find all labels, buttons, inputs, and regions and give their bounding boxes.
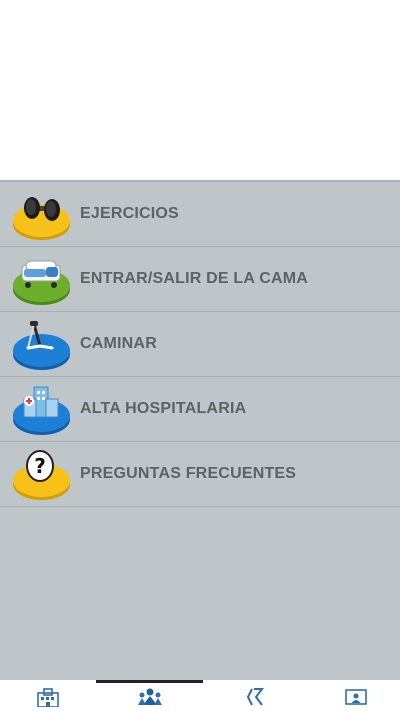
team-icon: [137, 687, 163, 711]
doctor-screen-icon: [343, 687, 369, 711]
nav-logo-button[interactable]: [237, 687, 277, 711]
bottom-nav: [0, 680, 400, 711]
menu-item-label: CAMINAR: [80, 335, 157, 352]
walker-icon: [0, 312, 80, 377]
menu-item-label: ENTRAR/SALIR DE LA CAMA: [80, 270, 308, 287]
menu-item-label: PREGUNTAS FRECUENTES: [80, 465, 297, 482]
hospital-building-icon: [0, 377, 80, 442]
menu-item-label: EJERCICIOS: [80, 205, 179, 222]
hospital-icon: [35, 687, 61, 711]
dumbbell-icon: [0, 182, 80, 247]
active-tab-indicator: [96, 680, 203, 683]
question-mark-icon: ?: [0, 442, 80, 507]
menu-item-caminar[interactable]: CAMINAR: [0, 312, 400, 377]
menu-item-alta-hospitalaria[interactable]: ALTA HOSPITALARIA: [0, 377, 400, 442]
hospital-bed-icon: [0, 247, 80, 312]
nav-hospital-button[interactable]: [28, 687, 68, 711]
svg-text:?: ?: [34, 454, 46, 478]
logo-icon: [246, 687, 268, 711]
menu-item-entrar-salir-cama[interactable]: ENTRAR/SALIR DE LA CAMA: [0, 247, 400, 312]
nav-doctor-screen-button[interactable]: [336, 687, 376, 711]
menu-item-label: ALTA HOSPITALARIA: [80, 400, 247, 417]
menu-item-preguntas-frecuentes[interactable]: ? PREGUNTAS FRECUENTES: [0, 442, 400, 507]
nav-team-button[interactable]: [130, 687, 170, 711]
menu-item-ejercicios[interactable]: EJERCICIOS: [0, 182, 400, 247]
menu-list: EJERCICIOS ENTRAR/SALIR DE LA CAMA CAMIN…: [0, 180, 400, 680]
header-blank-area: [0, 0, 400, 180]
